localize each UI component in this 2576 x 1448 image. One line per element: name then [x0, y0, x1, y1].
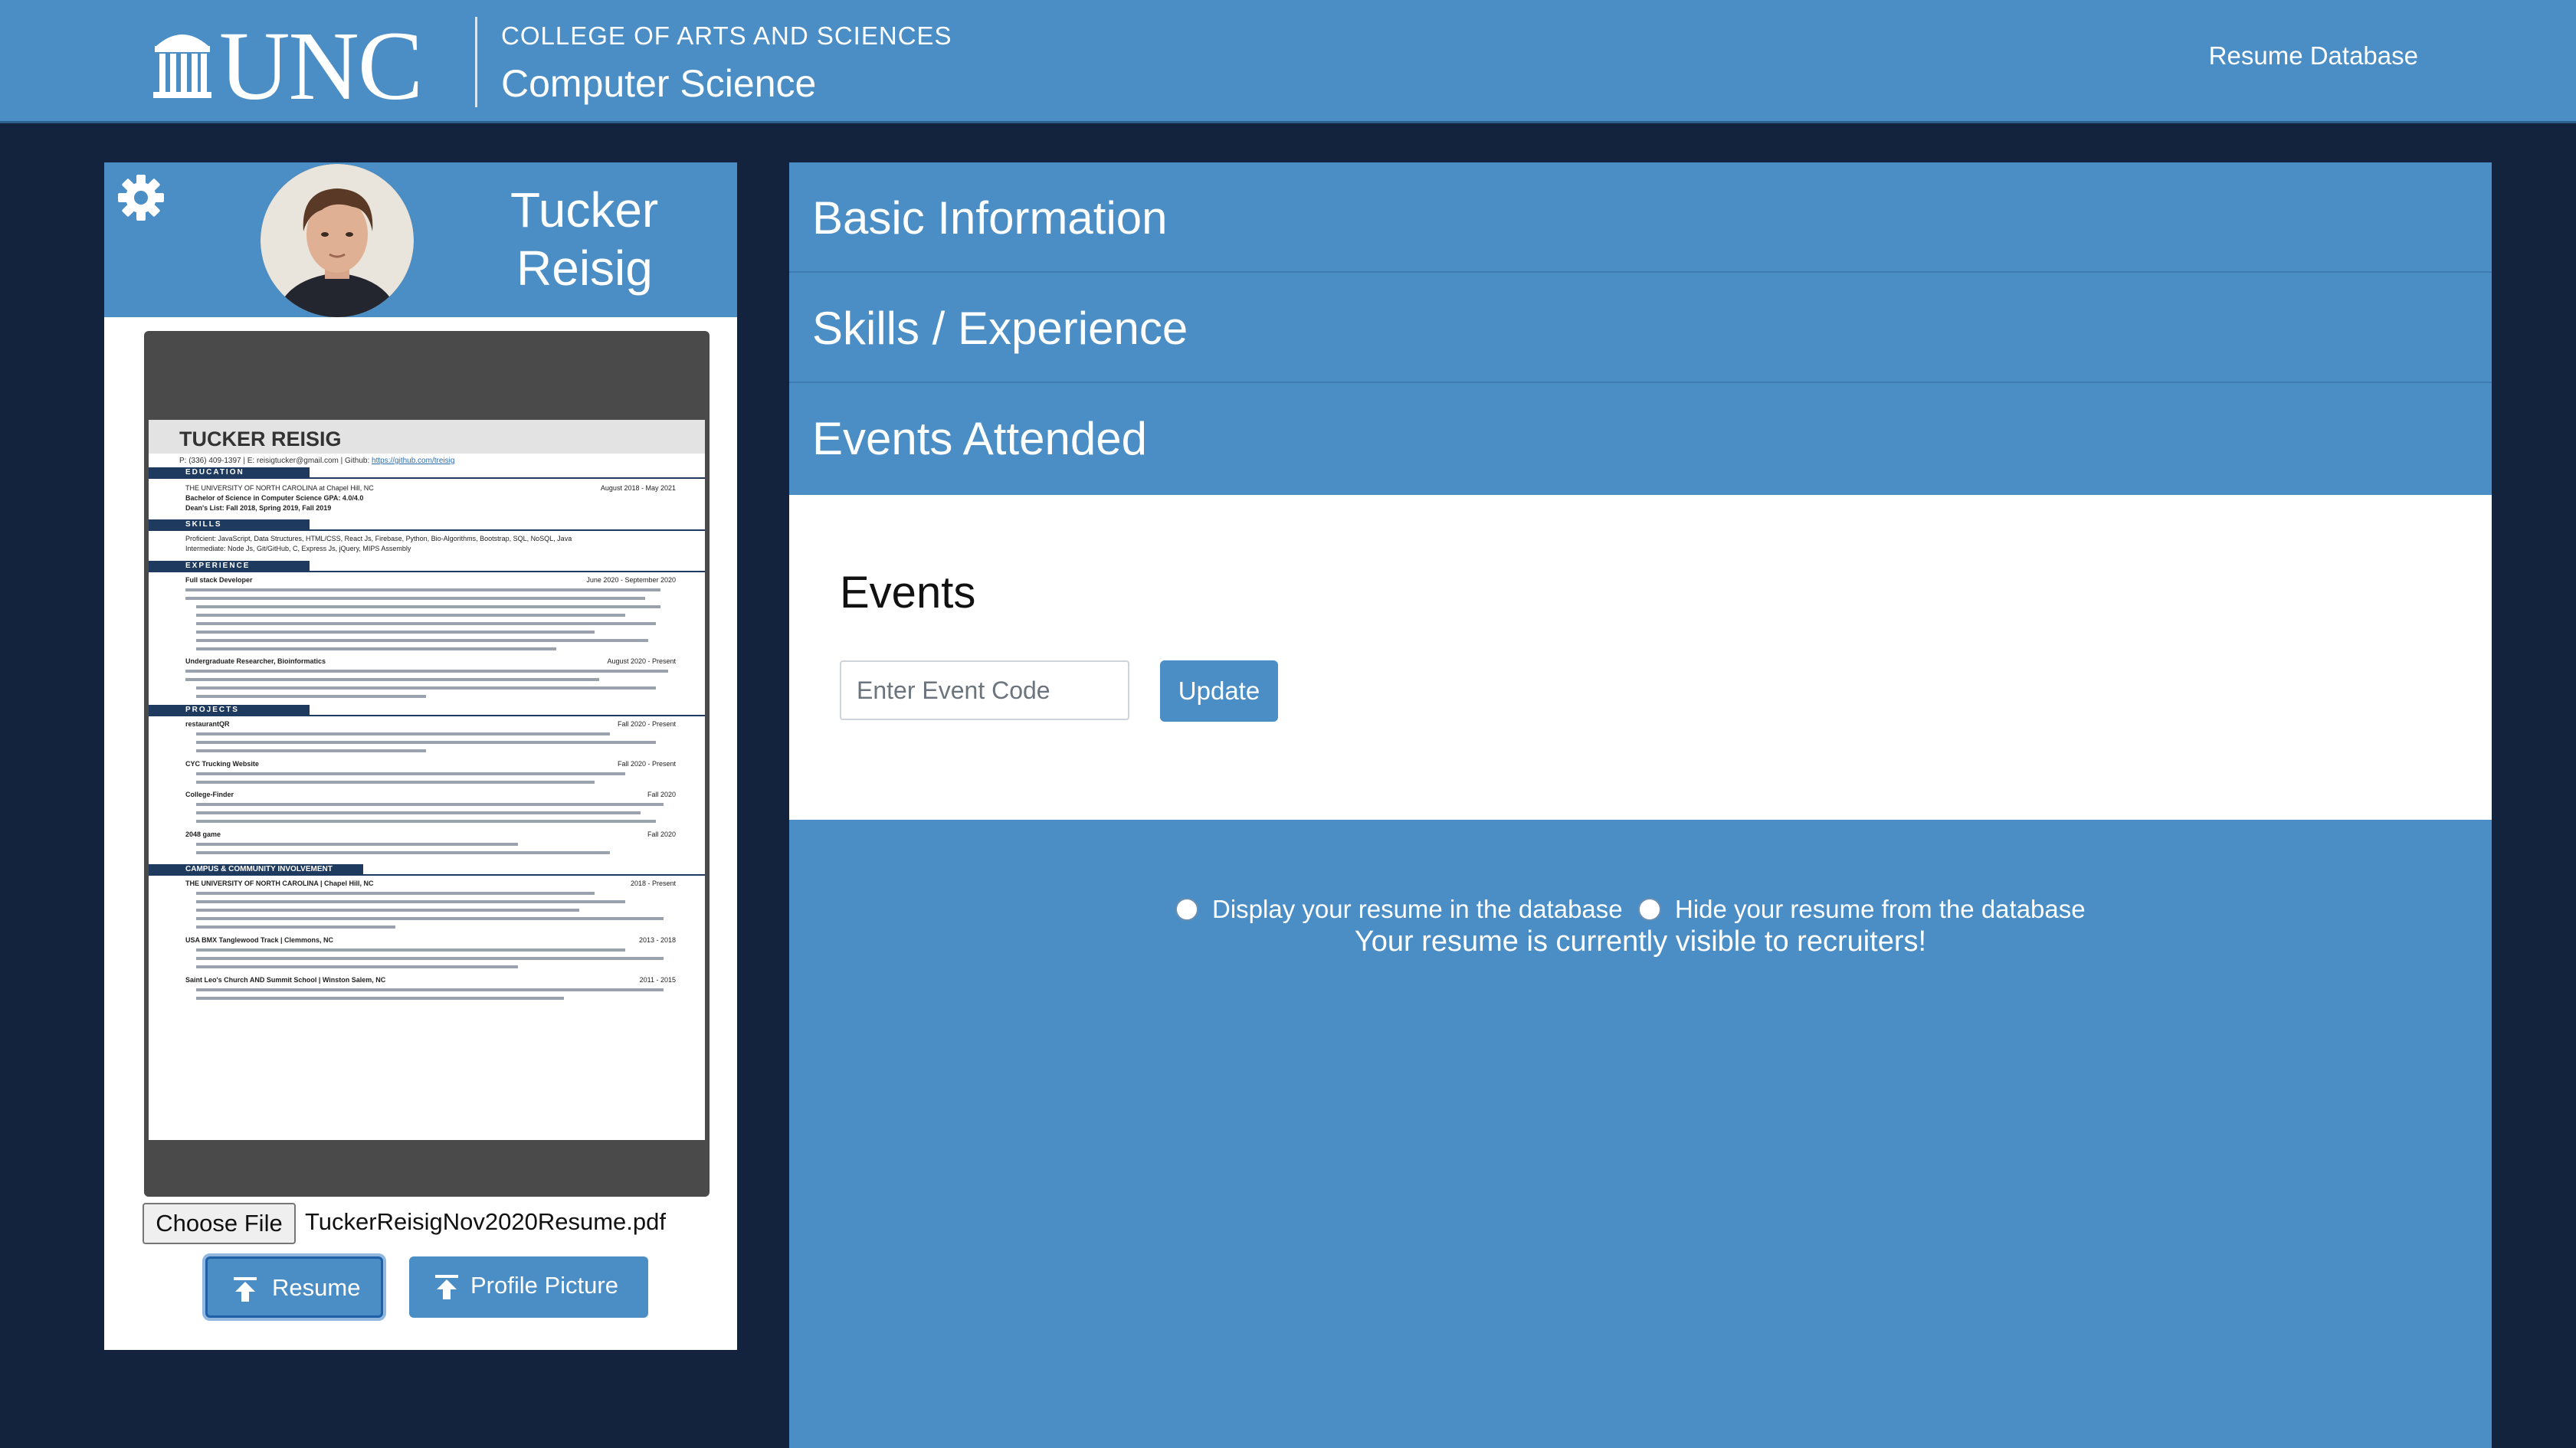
update-button[interactable]: Update	[1160, 660, 1278, 722]
resume-skills-proficient: Proficient: JavaScript, Data Structures,…	[185, 535, 572, 542]
upload-arrow-icon	[435, 1275, 458, 1299]
upload-resume-label: Resume	[272, 1274, 361, 1301]
involvement-title: USA BMX Tanglewood Track | Clemmons, NC	[185, 936, 334, 944]
upload-resume-button[interactable]: Resume	[205, 1256, 383, 1318]
old-well-icon	[153, 34, 211, 98]
project-dates: Fall 2020 - Present	[617, 720, 676, 728]
hide-resume-label[interactable]: Hide your resume from the database	[1675, 895, 2086, 924]
resume-experience-item: Undergraduate Researcher, Bioinformatics…	[185, 657, 676, 666]
involvement-dates: 2013 - 2018	[638, 936, 676, 944]
involvement-title: Saint Leo's Church AND Summit School | W…	[185, 976, 386, 984]
hide-resume-radio[interactable]	[1638, 898, 1661, 921]
resume-involvement-item: THE UNIVERSITY OF NORTH CAROLINA | Chape…	[185, 880, 676, 888]
project-title: restaurantQR	[185, 720, 230, 728]
section-events-attended[interactable]: Events Attended	[789, 383, 2492, 493]
resume-name: TUCKER REISIG	[179, 428, 342, 450]
resume-education-deans: Dean's List: Fall 2018, Spring 2019, Fal…	[185, 504, 676, 513]
experience-title: Full stack Developer	[185, 576, 253, 584]
education-degree: Bachelor of Science in Computer Science …	[185, 494, 364, 502]
resume-page: TUCKER REISIG P: (336) 409-1397 | E: rei…	[149, 420, 705, 1140]
resume-section-label: EDUCATION	[185, 468, 244, 477]
section-title: Basic Information	[812, 192, 1168, 244]
section-skills-experience[interactable]: Skills / Experience	[789, 273, 2492, 383]
project-dates: Fall 2020 - Present	[617, 760, 676, 768]
profile-card: Tucker Reisig TUCKER REISIG P: (336) 409…	[104, 162, 737, 1350]
logo-wordmark: UNC	[219, 11, 423, 120]
project-title: College-Finder	[185, 791, 234, 798]
display-resume-radio[interactable]	[1175, 898, 1198, 921]
project-title: 2048 game	[185, 830, 221, 838]
resume-education-degree: Bachelor of Science in Computer Science …	[185, 494, 676, 503]
section-title: Skills / Experience	[812, 303, 1188, 354]
upload-arrow-icon	[234, 1277, 257, 1302]
section-basic-information[interactable]: Basic Information	[789, 162, 2492, 273]
upload-profile-picture-label: Profile Picture	[470, 1272, 618, 1299]
resume-project-item: CYC Trucking Website Fall 2020 - Present	[185, 760, 676, 768]
resume-database-link[interactable]: Resume Database	[2209, 41, 2418, 70]
gear-icon[interactable]	[116, 173, 166, 222]
resume-section-label: SKILLS	[185, 520, 222, 529]
profile-details-panel: Basic Information Skills / Experience Ev…	[789, 162, 2492, 1448]
event-code-input[interactable]	[840, 660, 1129, 720]
logo-divider	[475, 17, 477, 107]
resume-section-label: PROJECTS	[185, 706, 239, 714]
resume-github-link[interactable]: https://github.com/treisig	[372, 457, 454, 465]
resume-section-skills: SKILLS	[149, 519, 705, 531]
selected-file-name: TuckerReisigNov2020Resume.pdf	[305, 1208, 666, 1235]
education-school: THE UNIVERSITY OF NORTH CAROLINA at Chap…	[185, 484, 374, 492]
resume-education-school: THE UNIVERSITY OF NORTH CAROLINA at Chap…	[185, 484, 676, 493]
experience-dates: June 2020 - September 2020	[586, 576, 676, 584]
resume-section-label: CAMPUS & COMMUNITY INVOLVEMENT	[185, 865, 333, 873]
first-name: Tucker	[510, 182, 659, 238]
experience-dates: August 2020 - Present	[607, 657, 676, 665]
profile-name: Tucker Reisig	[510, 181, 740, 297]
resume-pdf-viewer[interactable]: TUCKER REISIG P: (336) 409-1397 | E: rei…	[144, 331, 710, 1197]
resume-contact: P: (336) 409-1397 | E: reisigtucker@gmai…	[179, 457, 454, 465]
involvement-dates: 2011 - 2015	[639, 976, 676, 984]
resume-involvement-item: Saint Leo's Church AND Summit School | W…	[185, 976, 676, 984]
avatar	[261, 164, 414, 317]
resume-contact-text: P: (336) 409-1397 | E: reisigtucker@gmai…	[179, 457, 372, 465]
resume-project-item: 2048 game Fall 2020	[185, 830, 676, 839]
display-resume-label[interactable]: Display your resume in the database	[1212, 895, 1623, 924]
last-name: Reisig	[516, 241, 653, 296]
involvement-dates: 2018 - Present	[630, 880, 676, 887]
college-name: COLLEGE OF ARTS AND SCIENCES	[501, 21, 952, 50]
project-title: CYC Trucking Website	[185, 760, 259, 768]
events-form: Events Update	[789, 495, 2492, 820]
resume-section-projects: PROJECTS	[149, 705, 705, 716]
events-heading: Events	[840, 568, 976, 618]
involvement-title: THE UNIVERSITY OF NORTH CAROLINA | Chape…	[185, 880, 374, 887]
department-name: Computer Science	[501, 62, 817, 105]
visibility-status: Your resume is currently visible to recr…	[1354, 925, 1927, 958]
project-dates: Fall 2020	[647, 830, 676, 838]
resume-skills-intermediate: Intermediate: Node Js, Git/GitHub, C, Ex…	[185, 545, 411, 552]
education-dates: August 2018 - May 2021	[600, 484, 676, 492]
resume-section-label: EXPERIENCE	[185, 562, 251, 570]
top-navbar: UNC COLLEGE OF ARTS AND SCIENCES Compute…	[0, 0, 2576, 123]
profile-card-header: Tucker Reisig	[104, 162, 737, 317]
section-title: Events Attended	[812, 413, 1147, 464]
upload-profile-picture-button[interactable]: Profile Picture	[409, 1256, 648, 1318]
resume-experience-item: Full stack Developer June 2020 - Septemb…	[185, 576, 676, 585]
resume-involvement-item: USA BMX Tanglewood Track | Clemmons, NC …	[185, 936, 676, 945]
resume-project-item: restaurantQR Fall 2020 - Present	[185, 720, 676, 729]
education-deans: Dean's List: Fall 2018, Spring 2019, Fal…	[185, 504, 332, 512]
choose-file-button[interactable]: Choose File	[143, 1203, 296, 1244]
experience-title: Undergraduate Researcher, Bioinformatics	[185, 657, 326, 665]
resume-section-education: EDUCATION	[149, 467, 705, 479]
resume-project-item: College-Finder Fall 2020	[185, 791, 676, 799]
unc-logo[interactable]: UNC	[152, 17, 458, 115]
resume-section-involvement: CAMPUS & COMMUNITY INVOLVEMENT	[149, 864, 705, 876]
resume-section-experience: EXPERIENCE	[149, 561, 705, 572]
project-dates: Fall 2020	[647, 791, 676, 798]
